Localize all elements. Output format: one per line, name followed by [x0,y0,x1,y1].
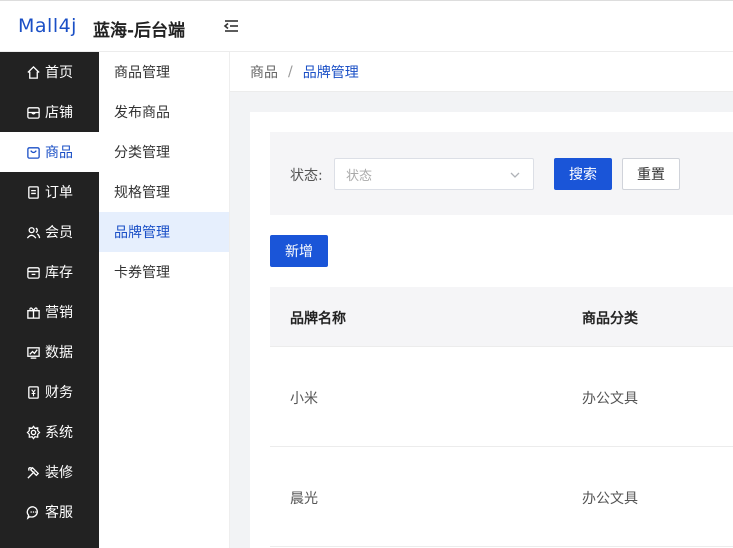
submenu: 商品管理 发布商品 分类管理 规格管理 品牌管理 卡券管理 [99,52,230,548]
reset-button[interactable]: 重置 [622,158,680,190]
sidebar-item-member[interactable]: 会员 [0,212,99,252]
submenu-item-coupon-manage[interactable]: 卡券管理 [99,252,229,292]
status-select[interactable]: 状态 [334,158,534,190]
sidebar: 首页 店铺 商品 订单 会员 库存 营销 数据 财务 系统 装修 客服 [0,52,99,548]
add-button[interactable]: 新增 [270,235,328,267]
logo[interactable]: Mall4j [18,15,77,37]
sidebar-item-label: 系统 [45,425,73,441]
sidebar-item-shop[interactable]: 店铺 [0,92,99,132]
breadcrumb: 商品 / 品牌管理 [230,52,733,92]
cell-brand-name: 晨光 [290,491,318,507]
sidebar-item-service[interactable]: 客服 [0,492,99,532]
sidebar-item-label: 营销 [45,305,73,321]
search-button[interactable]: 搜索 [554,158,612,190]
shop-name: 蓝海-后台端 [93,21,186,41]
decorate-icon [27,466,40,479]
gift-icon [27,306,40,319]
top-header: Mall4j 蓝海-后台端 [0,0,733,52]
home-icon [27,65,40,79]
product-icon [27,146,40,159]
table-header: 品牌名称 商品分类 [270,287,733,347]
sidebar-item-label: 店铺 [45,105,73,121]
submenu-item-product-manage[interactable]: 商品管理 [99,52,229,92]
sidebar-item-product[interactable]: 商品 [0,132,99,172]
sidebar-item-label: 首页 [45,65,73,81]
sidebar-item-finance[interactable]: 财务 [0,372,99,412]
sidebar-item-system[interactable]: 系统 [0,412,99,452]
breadcrumb-separator: / [288,63,293,80]
finance-icon [28,385,39,399]
sidebar-item-label: 订单 [45,185,73,201]
sidebar-item-order[interactable]: 订单 [0,172,99,212]
chevron-down-icon [510,172,520,178]
order-icon [28,185,39,199]
sidebar-item-marketing[interactable]: 营销 [0,292,99,332]
table-row: 晨光 办公文具 [270,447,733,547]
sidebar-item-label: 数据 [45,345,73,361]
column-brand-name: 品牌名称 [290,311,346,327]
breadcrumb-current: 品牌管理 [302,64,359,81]
sidebar-item-label: 客服 [45,505,73,521]
status-label: 状态: [290,168,323,184]
sidebar-item-label: 商品 [45,145,73,161]
member-icon [26,226,41,239]
sidebar-item-home[interactable]: 首页 [0,52,99,92]
stock-icon [27,266,40,279]
submenu-item-category-manage[interactable]: 分类管理 [99,132,229,172]
column-product-category: 商品分类 [582,311,638,327]
cell-product-category: 办公文具 [582,391,638,407]
sidebar-item-stock[interactable]: 库存 [0,252,99,292]
sidebar-item-label: 财务 [45,385,73,401]
sidebar-item-label: 装修 [45,465,73,481]
sidebar-item-label: 库存 [45,265,73,281]
settings-icon [26,424,41,440]
breadcrumb-root[interactable]: 商品 [250,62,278,82]
chat-icon [26,505,38,520]
cell-brand-name: 小米 [290,391,318,407]
cell-product-category: 办公文具 [582,491,638,507]
submenu-item-spec-manage[interactable]: 规格管理 [99,172,229,212]
submenu-item-brand-manage[interactable]: 品牌管理 [99,212,229,252]
shop-icon [27,106,40,119]
table-row: 小米 办公文具 [270,347,733,447]
data-icon [27,346,40,359]
submenu-item-publish-product[interactable]: 发布商品 [99,92,229,132]
sidebar-item-data[interactable]: 数据 [0,332,99,372]
sidebar-item-decorate[interactable]: 装修 [0,452,99,492]
sidebar-item-label: 会员 [45,225,73,241]
menu-collapse-icon[interactable] [222,17,240,35]
status-placeholder: 状态 [346,168,373,184]
